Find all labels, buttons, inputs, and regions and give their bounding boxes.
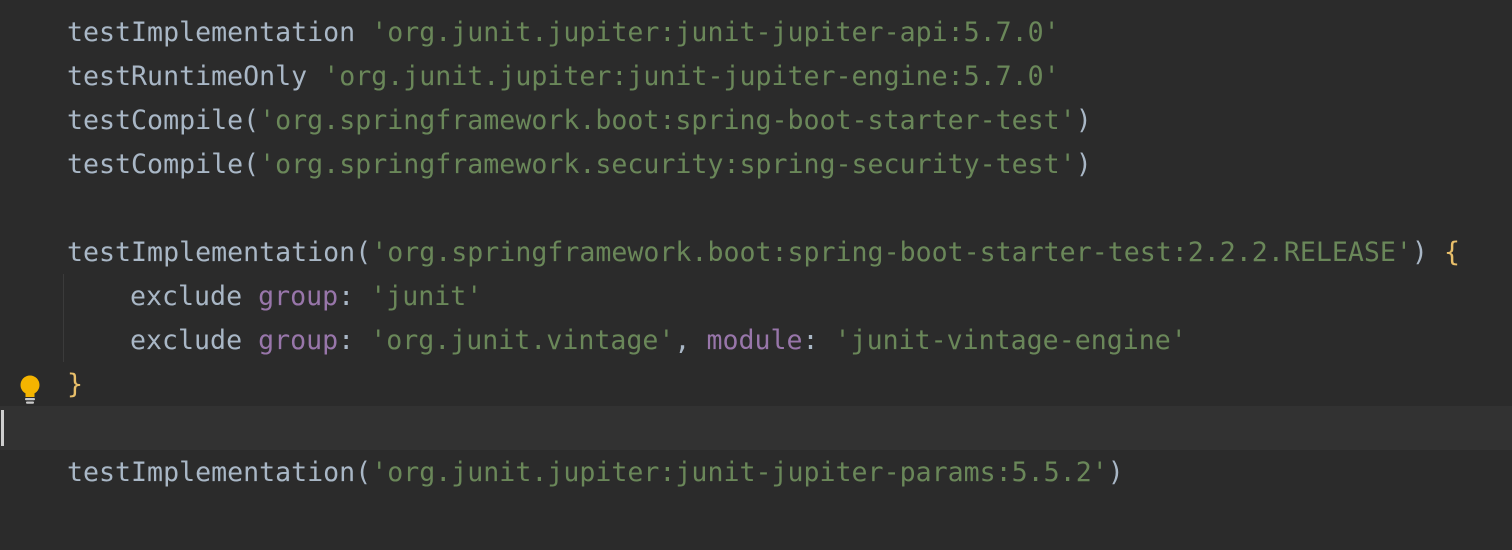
code-line-9[interactable]: }	[0, 363, 1512, 407]
code-line-content: testCompile('org.springframework.boot:sp…	[67, 99, 1092, 143]
comma: ,	[674, 325, 707, 356]
code-line-8[interactable]: exclude group: 'org.junit.vintage', modu…	[0, 319, 1512, 363]
code-line-content: exclude group: 'org.junit.vintage', modu…	[130, 319, 1187, 363]
method-name: testImplementation	[67, 237, 356, 268]
colon: :	[338, 325, 371, 356]
open-brace: {	[1443, 237, 1460, 268]
code-line-11[interactable]: testImplementation('org.junit.jupiter:ju…	[0, 451, 1512, 495]
string-literal: 'org.springframework.security:spring-sec…	[259, 149, 1076, 180]
code-line-4[interactable]: testCompile('org.springframework.securit…	[0, 143, 1512, 187]
code-line-content: testCompile('org.springframework.securit…	[67, 143, 1092, 187]
method-name: testImplementation	[67, 17, 356, 48]
close-brace: }	[67, 369, 84, 400]
colon: :	[338, 281, 371, 312]
colon: :	[802, 325, 835, 356]
open-paren: (	[243, 105, 260, 136]
text-caret	[1, 410, 4, 446]
code-line-7[interactable]: exclude group: 'junit'	[0, 275, 1512, 319]
code-line-content: testImplementation('org.springframework.…	[67, 231, 1460, 275]
method-name: testImplementation	[67, 457, 356, 488]
close-paren: )	[1107, 457, 1124, 488]
method-name: testCompile	[67, 105, 244, 136]
method-name: exclude	[130, 281, 243, 312]
method-name: exclude	[130, 325, 243, 356]
string-literal: 'org.springframework.boot:spring-boot-st…	[371, 237, 1412, 268]
named-argument: group	[258, 281, 339, 312]
separator	[307, 61, 323, 92]
code-line-3[interactable]: testCompile('org.springframework.boot:sp…	[0, 99, 1512, 143]
code-line-content: testImplementation 'org.junit.jupiter:ju…	[67, 11, 1060, 55]
open-paren: (	[355, 457, 372, 488]
method-name: testRuntimeOnly	[67, 61, 308, 92]
code-line-content: testRuntimeOnly 'org.junit.jupiter:junit…	[67, 55, 1060, 99]
lightbulb-icon[interactable]	[18, 374, 42, 406]
string-literal: 'junit'	[370, 281, 483, 312]
method-name: testCompile	[67, 149, 244, 180]
string-literal: 'org.junit.jupiter:junit-jupiter-params:…	[371, 457, 1108, 488]
code-line-1[interactable]: testImplementation 'org.junit.jupiter:ju…	[0, 11, 1512, 55]
named-argument: group	[258, 325, 339, 356]
string-literal: 'org.springframework.boot:spring-boot-st…	[259, 105, 1076, 136]
separator	[355, 17, 371, 48]
string-literal: 'org.junit.jupiter:junit-jupiter-api:5.7…	[371, 17, 1060, 48]
string-literal: 'junit-vintage-engine'	[834, 325, 1187, 356]
string-literal: 'org.junit.vintage'	[370, 325, 675, 356]
named-argument: module	[706, 325, 803, 356]
string-literal: 'org.junit.jupiter:junit-jupiter-engine:…	[323, 61, 1060, 92]
code-line-content: testImplementation('org.junit.jupiter:ju…	[67, 451, 1124, 495]
code-line-2[interactable]: testRuntimeOnly 'org.junit.jupiter:junit…	[0, 55, 1512, 99]
close-paren: )	[1075, 149, 1092, 180]
open-paren: (	[243, 149, 260, 180]
code-editor[interactable]: testImplementation 'org.junit.jupiter:ju…	[0, 0, 1512, 550]
close-paren: )	[1411, 237, 1444, 268]
current-line-highlight	[0, 406, 1512, 450]
code-line-6[interactable]: testImplementation('org.springframework.…	[0, 231, 1512, 275]
code-line-content: }	[67, 363, 83, 407]
open-paren: (	[355, 237, 372, 268]
code-line-content: exclude group: 'junit'	[130, 275, 482, 319]
close-paren: )	[1075, 105, 1092, 136]
